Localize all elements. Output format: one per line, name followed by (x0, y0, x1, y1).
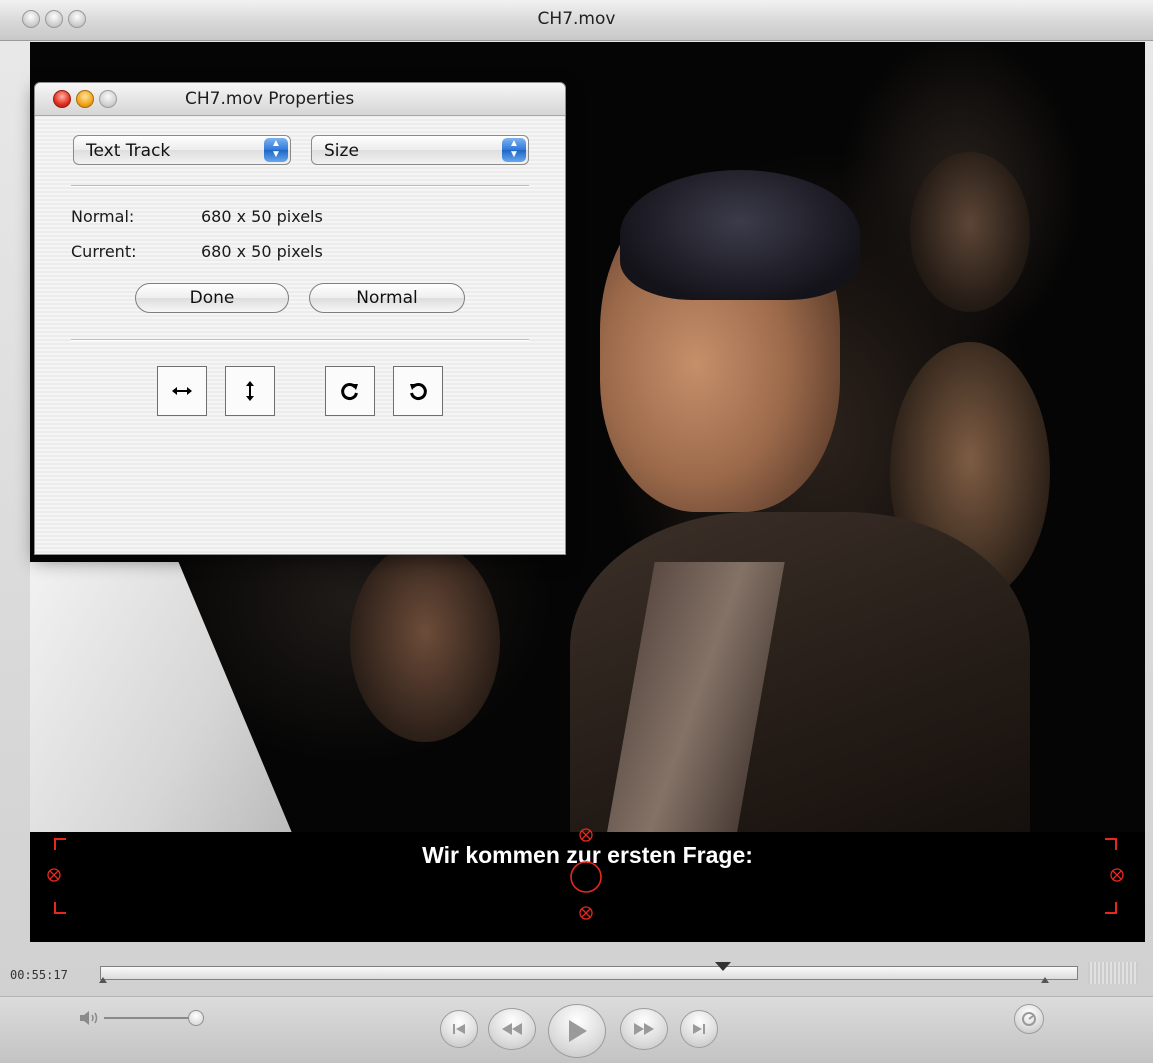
popup-arrows-icon: ▲ ▼ (264, 138, 288, 162)
play-button[interactable] (548, 1004, 606, 1058)
selection-start-marker-icon[interactable] (99, 977, 107, 983)
normal-button[interactable]: Normal (309, 283, 465, 313)
flip-horizontal-icon (172, 387, 192, 395)
flip-horizontal-button[interactable] (157, 366, 207, 416)
done-button[interactable]: Done (135, 283, 289, 313)
fast-forward-icon (634, 1023, 654, 1035)
window-title: CH7.mov (537, 9, 616, 29)
right-skew-handle-icon[interactable] (1110, 868, 1124, 882)
top-skew-handle-icon[interactable] (579, 828, 593, 842)
flip-vertical-button[interactable] (225, 366, 275, 416)
rotate-counterclockwise-button[interactable] (393, 366, 443, 416)
track-select-value: Text Track (86, 141, 171, 161)
bottom-skew-handle-icon[interactable] (579, 906, 593, 920)
rotate-clockwise-icon (341, 383, 358, 400)
volume-speaker-icon[interactable] (78, 1008, 100, 1028)
property-select-popup[interactable]: Size ▲ ▼ (311, 135, 529, 165)
timeline-scrubber[interactable] (99, 962, 1078, 983)
top-left-corner-handle[interactable] (54, 838, 66, 850)
selection-end-marker-icon[interactable] (1041, 977, 1049, 983)
volume-slider-knob[interactable] (188, 1010, 204, 1026)
divider (71, 185, 529, 187)
skip-to-end-icon (693, 1024, 705, 1034)
window-resize-grip[interactable] (1088, 962, 1138, 984)
zoom-panel-button[interactable] (99, 90, 117, 108)
bottom-left-corner-handle[interactable] (54, 902, 66, 914)
popup-arrows-icon: ▲ ▼ (502, 138, 526, 162)
bottom-right-corner-handle[interactable] (1105, 902, 1117, 914)
rewind-button[interactable] (488, 1008, 536, 1050)
rotate-counterclockwise-icon (410, 383, 427, 400)
settings-dial-icon (1022, 1012, 1036, 1026)
close-panel-button[interactable] (53, 90, 71, 108)
properties-titlebar[interactable]: CH7.mov Properties (35, 83, 565, 116)
property-select-value: Size (324, 141, 359, 161)
playhead-icon[interactable] (714, 962, 731, 972)
audio-settings-button[interactable] (1014, 1004, 1044, 1034)
current-size-label: Current: (71, 242, 137, 261)
window-titlebar[interactable]: CH7.mov (0, 0, 1153, 41)
normal-size-label: Normal: (71, 207, 135, 226)
audience-member (910, 152, 1030, 312)
divider (71, 339, 529, 341)
rotate-clockwise-button[interactable] (325, 366, 375, 416)
properties-title: CH7.mov Properties (185, 89, 355, 109)
current-time-display: 00:55:17 (10, 968, 68, 982)
track-select-popup[interactable]: Text Track ▲ ▼ (73, 135, 291, 165)
play-icon (569, 1020, 587, 1042)
audience-member (350, 542, 500, 742)
top-right-corner-handle[interactable] (1105, 838, 1117, 850)
rotation-center-handle-icon[interactable] (569, 860, 603, 894)
left-skew-handle-icon[interactable] (47, 868, 61, 882)
flip-vertical-icon (246, 381, 254, 401)
normal-size-value: 680 x 50 pixels (201, 207, 323, 226)
text-track-area[interactable]: Wir kommen zur ersten Frage: (30, 828, 1145, 942)
rewind-icon (502, 1023, 522, 1035)
minimize-panel-button[interactable] (76, 90, 94, 108)
current-size-value: 680 x 50 pixels (201, 242, 323, 261)
laptop-in-scene (30, 562, 300, 832)
fast-forward-button[interactable] (620, 1008, 668, 1050)
speaker-hair (620, 170, 860, 300)
skip-to-start-icon (453, 1024, 465, 1034)
go-to-start-button[interactable] (440, 1010, 478, 1048)
movie-properties-panel: CH7.mov Properties Text Track ▲ ▼ Size ▲ ▼… (34, 82, 566, 555)
volume-slider-track[interactable] (104, 1017, 190, 1019)
go-to-end-button[interactable] (680, 1010, 718, 1048)
